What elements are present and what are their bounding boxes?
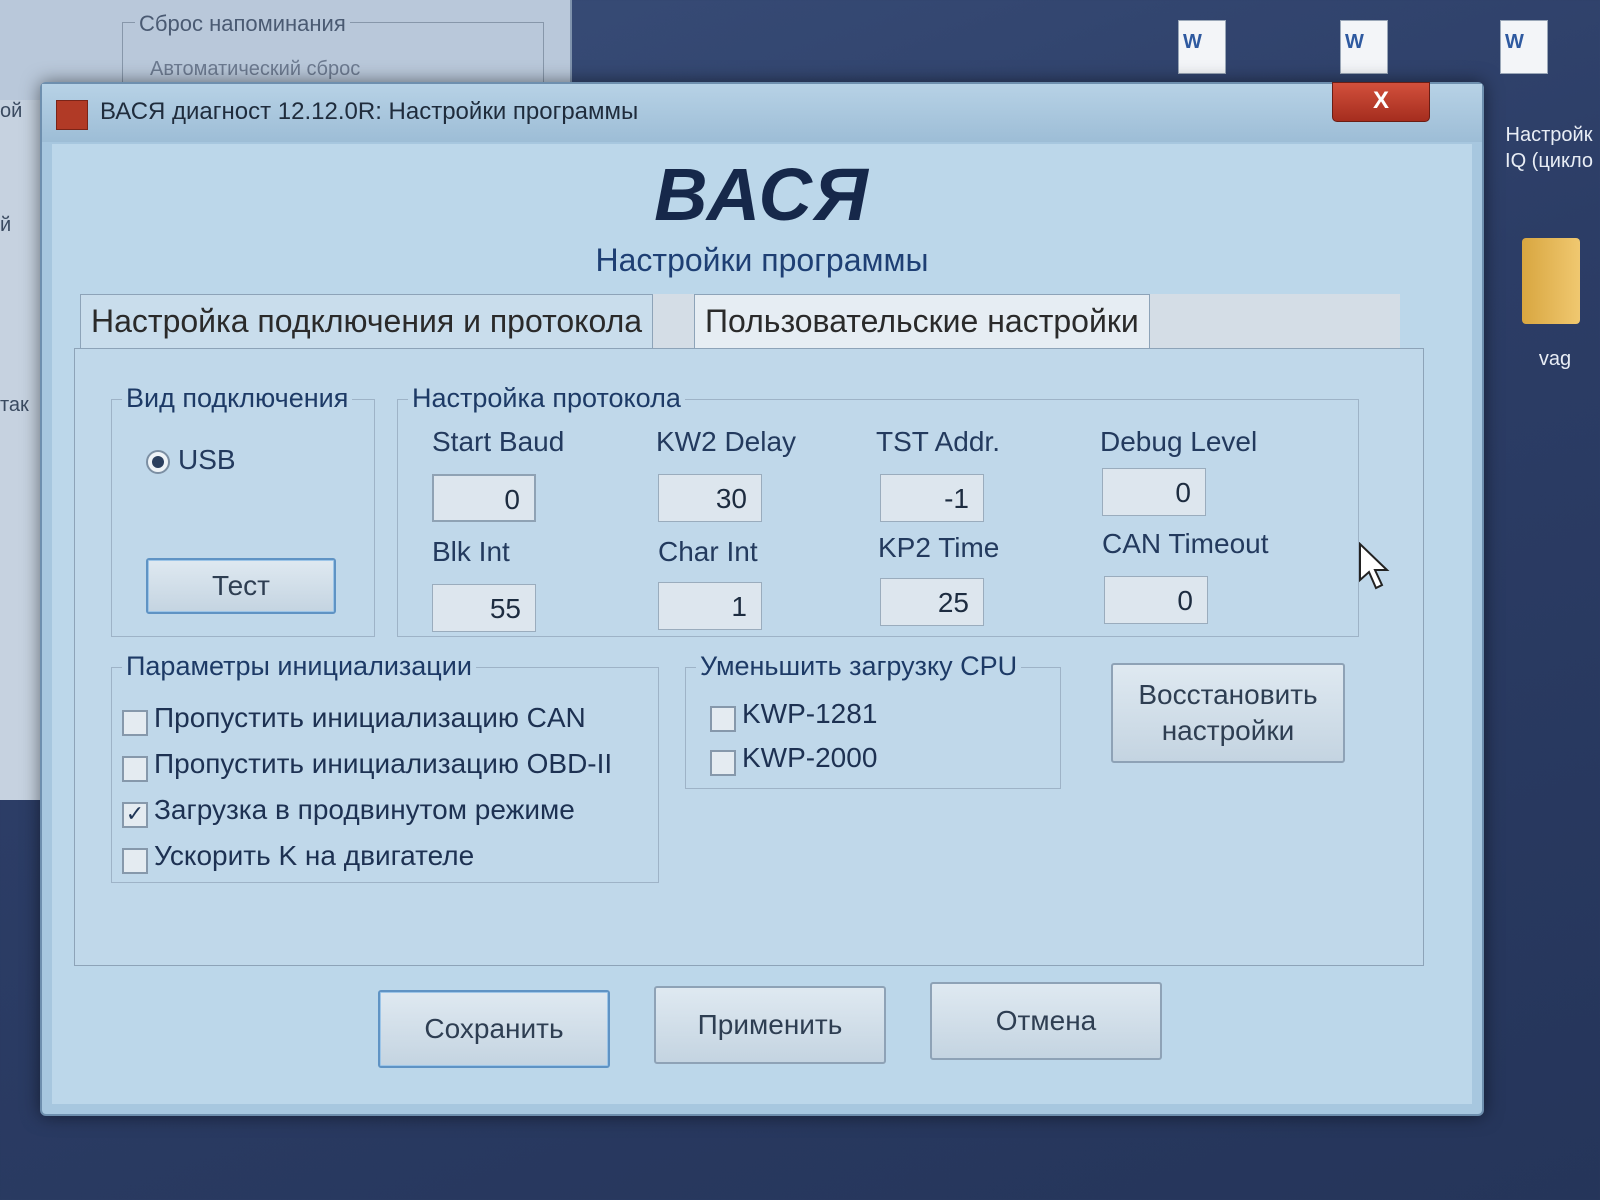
start-baud-label: Start Baud <box>432 426 565 457</box>
fragment-text: ой <box>0 100 23 122</box>
skip-can-init-label[interactable]: Пропустить инициализацию CAN <box>154 702 586 734</box>
tab-connection-protocol[interactable]: Настройка подключения и протокола <box>80 294 654 351</box>
background-left-strip: ой й так <box>0 100 44 800</box>
test-button[interactable]: Тест <box>146 558 336 614</box>
kwp2000-label[interactable]: KWP-2000 <box>742 742 877 774</box>
protocol-settings-label: Настройка протокола <box>408 383 685 414</box>
skip-obd-init-checkbox[interactable] <box>122 756 148 782</box>
kp2-time-field[interactable]: 25 <box>880 578 984 626</box>
start-baud-field[interactable]: 0 <box>432 474 536 522</box>
desktop-icon-label-line: Настройк <box>1505 124 1593 146</box>
kp2-time-label: KP2 Time <box>878 532 1000 563</box>
usb-radio[interactable] <box>146 450 170 474</box>
debug-level-label: Debug Level <box>1100 426 1258 457</box>
window-title: ВАСЯ диагност 12.12.0R: Настройки програ… <box>100 98 639 125</box>
desktop-document-icon[interactable] <box>1168 18 1238 78</box>
app-logo: ВАСЯ <box>654 153 870 236</box>
kw2-delay-field[interactable]: 30 <box>658 474 762 522</box>
settings-window: ВАСЯ диагност 12.12.0R: Настройки програ… <box>40 82 1484 1116</box>
fragment-text: так <box>0 394 29 416</box>
usb-radio-label[interactable]: USB <box>178 444 236 476</box>
debug-level-field[interactable]: 0 <box>1102 468 1206 516</box>
folder-icon[interactable] <box>1522 238 1580 324</box>
background-group-label: Сброс напоминания <box>135 11 350 37</box>
cpu-load-group: Уменьшить загрузку CPU KWP-1281 KWP-2000 <box>685 651 1061 789</box>
restore-button-line: настройки <box>1161 715 1295 746</box>
can-timeout-field[interactable]: 0 <box>1104 576 1208 624</box>
folder-label: vag <box>1538 348 1572 370</box>
char-int-label: Char Int <box>658 536 758 567</box>
desktop-icon-label-line: IQ (цикло <box>1505 150 1593 172</box>
restore-button-line: Восстановить <box>1138 679 1318 710</box>
skip-obd-init-label[interactable]: Пропустить инициализацию OBD-II <box>154 748 612 780</box>
kwp2000-checkbox[interactable] <box>710 750 736 776</box>
tab-strip: Настройка подключения и протокола Пользо… <box>80 294 1400 351</box>
init-params-label: Параметры инициализации <box>122 651 476 682</box>
speed-up-k-label[interactable]: Ускорить K на двигателе <box>154 840 474 872</box>
app-icon <box>56 100 88 130</box>
mouse-pointer-icon <box>1359 542 1390 590</box>
title-bar[interactable]: ВАСЯ диагност 12.12.0R: Настройки програ… <box>42 82 1482 142</box>
char-int-field[interactable]: 1 <box>658 582 762 630</box>
skip-can-init-checkbox[interactable] <box>122 710 148 736</box>
cpu-load-label: Уменьшить загрузку CPU <box>696 651 1022 682</box>
apply-button[interactable]: Применить <box>654 986 886 1064</box>
can-timeout-label: CAN Timeout <box>1102 528 1269 559</box>
close-button[interactable]: X <box>1332 82 1430 122</box>
blk-int-label: Blk Int <box>432 536 510 567</box>
desktop-document-icon[interactable] <box>1490 18 1560 78</box>
desktop-document-icon[interactable] <box>1330 18 1400 78</box>
window-client-area: ВАСЯ Настройки программы Настройка подкл… <box>52 144 1472 1104</box>
speed-up-k-checkbox[interactable] <box>122 848 148 874</box>
tst-addr-field[interactable]: -1 <box>880 474 984 522</box>
init-params-group: Параметры инициализации Пропустить иници… <box>111 651 659 883</box>
advanced-mode-checkbox[interactable]: ✓ <box>122 802 148 828</box>
desktop-icon-label: Настройк IQ (цикло <box>1494 122 1600 174</box>
blk-int-field[interactable]: 55 <box>432 584 536 632</box>
kwp1281-checkbox[interactable] <box>710 706 736 732</box>
protocol-settings-group: Настройка протокола Start Baud 0 KW2 Del… <box>397 383 1359 637</box>
kwp1281-label[interactable]: KWP-1281 <box>742 698 877 730</box>
fragment-text: й <box>0 214 12 236</box>
background-subtext: Автоматический сброс <box>150 58 361 80</box>
kw2-delay-label: KW2 Delay <box>656 426 797 457</box>
cancel-button[interactable]: Отмена <box>930 982 1162 1060</box>
tab-panel: Вид подключения USB Тест Настройка прото… <box>74 348 1424 966</box>
connection-type-label: Вид подключения <box>122 383 353 414</box>
advanced-mode-label[interactable]: Загрузка в продвинутом режиме <box>154 794 575 826</box>
save-button[interactable]: Сохранить <box>378 990 610 1068</box>
tab-user-settings[interactable]: Пользовательские настройки <box>694 294 1150 349</box>
page-subtitle: Настройки программы <box>595 242 929 278</box>
restore-settings-button[interactable]: Восстановить настройки <box>1111 663 1345 763</box>
connection-type-group: Вид подключения USB Тест <box>111 383 375 637</box>
tst-addr-label: TST Addr. <box>876 426 1000 457</box>
